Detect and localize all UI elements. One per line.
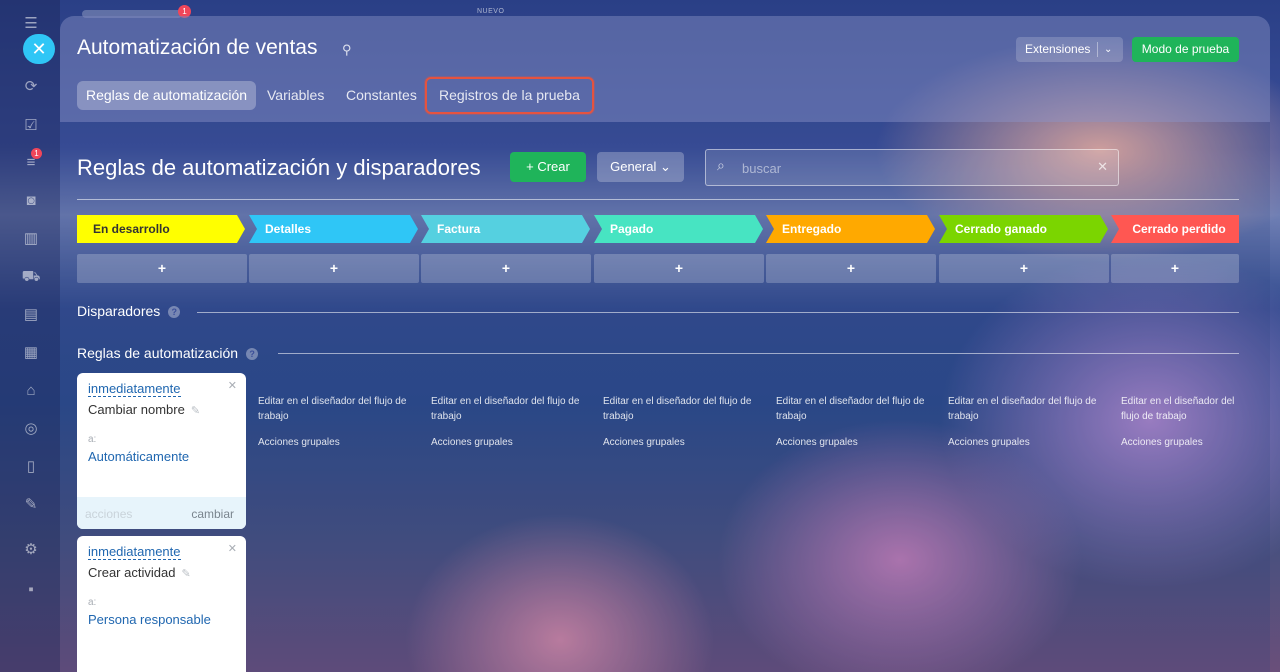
rules-divider — [278, 353, 1239, 354]
contact-center-icon[interactable]: ▤ — [21, 305, 41, 325]
chevron-down-icon: ⌄ — [659, 159, 671, 174]
edit-in-designer-link[interactable]: Editar en el diseñador del flujo de trab… — [431, 394, 581, 424]
triggers-title: Disparadores — [77, 303, 161, 319]
add-trigger-button[interactable]: + — [421, 254, 591, 283]
sync-icon[interactable]: ⟳ — [21, 77, 41, 97]
stage-paid[interactable]: Pagado — [594, 215, 763, 243]
more-icon[interactable]: ▪ — [21, 580, 41, 600]
card-footer: acciones cambiar — [77, 497, 246, 529]
rule-name-text: Cambiar nombre — [88, 402, 185, 417]
add-trigger-button[interactable]: + — [594, 254, 764, 283]
extensions-label: Extensiones — [1025, 42, 1091, 56]
automation-slider-panel: Automatización de ventas ⚲ Extensiones ⌄… — [60, 16, 1270, 672]
triggers-label: Disparadores? — [77, 303, 181, 319]
rule-name: Cambiar nombre ✎ — [88, 402, 200, 417]
analytics-icon[interactable]: ▥ — [21, 229, 41, 249]
stage-in-development[interactable]: En desarrollo — [77, 215, 245, 243]
stage-delivered[interactable]: Entregado — [766, 215, 935, 243]
search-input[interactable] — [742, 158, 1082, 178]
menu-icon[interactable]: ☰ — [21, 14, 41, 34]
pencil-icon[interactable]: ✎ — [181, 568, 190, 580]
app-sidebar: ☰ ✕ ⟳ ☑ ≡ 1 ◙ ▥ ⛟ ▤ ▦ ⌂ ◎ ▯ ✎ ⚙ ▪ — [0, 0, 60, 672]
pin-icon[interactable]: ⚲ — [342, 42, 352, 58]
edit-in-designer-link[interactable]: Editar en el diseñador del flujo de trab… — [776, 394, 926, 424]
pencil-icon[interactable]: ✎ — [191, 405, 200, 417]
close-icon[interactable]: ✕ — [228, 542, 237, 555]
stage-details[interactable]: Detalles — [249, 215, 418, 243]
help-icon[interactable]: ? — [246, 348, 259, 361]
close-icon[interactable]: ✕ — [228, 379, 237, 392]
group-actions-link[interactable]: Acciones grupales — [948, 437, 1030, 448]
edit-in-designer-link[interactable]: Editar en el diseñador del flujo de trab… — [948, 394, 1098, 424]
new-label: NUEVO — [477, 8, 505, 15]
target-prefix: a: — [88, 597, 97, 608]
edit-in-designer-link[interactable]: Editar en el diseñador del flujo de trab… — [1121, 394, 1246, 424]
close-slider-button[interactable]: ✕ — [23, 34, 55, 64]
divider — [1097, 42, 1098, 57]
group-actions-link[interactable]: Acciones grupales — [258, 437, 340, 448]
clear-icon[interactable]: ✕ — [1097, 159, 1108, 175]
cart-icon[interactable]: ⛟ — [21, 267, 41, 287]
rules-label: Reglas de automatización? — [77, 345, 259, 361]
target-prefix: a: — [88, 434, 97, 445]
group-actions-link[interactable]: Acciones grupales — [1121, 437, 1203, 448]
rule-name: Crear actividad ✎ — [88, 565, 191, 580]
edit-icon[interactable]: ✎ — [21, 495, 41, 515]
edit-in-designer-link[interactable]: Editar en el diseñador del flujo de trab… — [258, 394, 408, 424]
page-title: Automatización de ventas — [77, 36, 318, 59]
rule-timing-link[interactable]: inmediatamente — [88, 544, 181, 560]
rule-target[interactable]: Automáticamente — [88, 449, 189, 464]
rule-timing-link[interactable]: inmediatamente — [88, 381, 181, 397]
rule-target[interactable]: Persona responsable — [88, 612, 211, 627]
search-icon: ⌕ — [717, 157, 725, 173]
header-divider — [77, 199, 1239, 200]
rule-card[interactable]: inmediatamente ✕ Crear actividad ✎ a: Per… — [77, 536, 246, 672]
help-icon[interactable]: ? — [168, 306, 181, 319]
tab-automation-rules[interactable]: Reglas de automatización — [77, 81, 257, 110]
target-icon[interactable]: ◎ — [21, 419, 41, 439]
tasks-icon[interactable]: ☑ — [21, 116, 41, 136]
change-link[interactable]: cambiar — [191, 507, 234, 521]
general-label: General — [610, 159, 657, 174]
rule-card[interactable]: inmediatamente ✕ Cambiar nombre ✎ a: Auto… — [77, 373, 246, 529]
group-actions-link[interactable]: Acciones grupales — [776, 437, 858, 448]
rule-name-text: Crear actividad — [88, 565, 176, 580]
tab-test-logs[interactable]: Registros de la prueba — [425, 77, 594, 114]
stage-lost[interactable]: Cerrado perdido — [1111, 215, 1239, 243]
edit-in-designer-link[interactable]: Editar en el diseñador del flujo de trab… — [603, 394, 753, 424]
store-icon[interactable]: ⌂ — [21, 381, 41, 401]
add-trigger-button[interactable]: + — [766, 254, 936, 283]
robot-icon[interactable]: ◙ — [21, 191, 41, 211]
triggers-divider — [197, 312, 1239, 313]
general-dropdown[interactable]: General ⌄ — [597, 152, 684, 182]
tab-constants[interactable]: Constantes — [346, 81, 417, 110]
test-mode-button[interactable]: Modo de prueba — [1132, 37, 1239, 62]
search-box[interactable]: ⌕ ✕ — [705, 149, 1119, 186]
notification-badge: 1 — [31, 148, 42, 159]
add-trigger-button[interactable]: + — [939, 254, 1109, 283]
group-actions-link[interactable]: Acciones grupales — [603, 437, 685, 448]
group-actions-link[interactable]: Acciones grupales — [431, 437, 513, 448]
tab-variables[interactable]: Variables — [267, 81, 324, 110]
add-trigger-button[interactable]: + — [249, 254, 419, 283]
settings-icon[interactable]: ⚙ — [21, 540, 41, 560]
stage-invoice[interactable]: Factura — [421, 215, 590, 243]
add-trigger-button[interactable]: + — [77, 254, 247, 283]
calendar-icon[interactable]: ▦ — [21, 343, 41, 363]
stage-won[interactable]: Cerrado ganado — [939, 215, 1108, 243]
chevron-down-icon[interactable]: ⌄ — [1104, 37, 1112, 62]
add-trigger-button[interactable]: + — [1111, 254, 1239, 283]
rules-title: Reglas de automatización — [77, 345, 239, 361]
document-icon[interactable]: ▯ — [21, 457, 41, 477]
section-heading: Reglas de automatización y disparadores — [77, 155, 481, 180]
create-button[interactable]: + Crear — [510, 152, 586, 182]
extensions-button[interactable]: Extensiones ⌄ — [1016, 37, 1123, 62]
actions-link[interactable]: acciones — [85, 507, 132, 521]
